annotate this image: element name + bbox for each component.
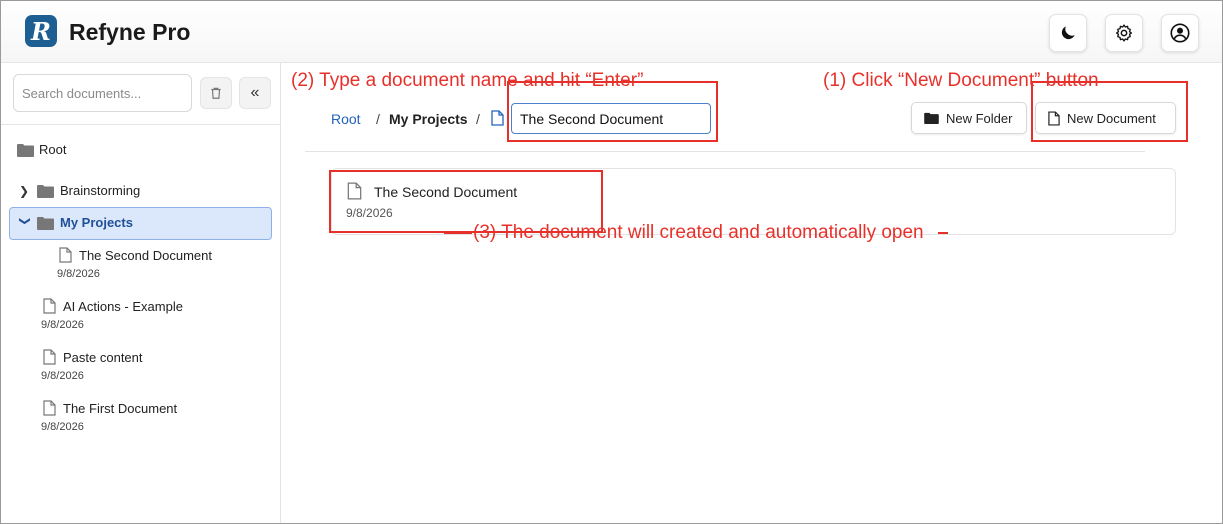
chevron-right-icon: ❯	[19, 183, 30, 198]
tree-folder-label: Brainstorming	[60, 183, 141, 198]
tree-doc-ai-actions-example[interactable]: AI Actions - Example	[43, 298, 183, 314]
double-chevron-left-icon: «	[250, 84, 260, 101]
trash-icon	[211, 87, 221, 99]
tree-doc-paste-content[interactable]: Paste content	[43, 349, 143, 365]
annotation-connector-right	[938, 232, 948, 234]
app-window: R Refyne Pro Search documents... « Root …	[0, 0, 1223, 524]
document-icon	[43, 400, 56, 416]
theme-toggle-button[interactable]	[1049, 14, 1087, 52]
user-circle-icon	[1170, 23, 1190, 43]
gear-icon	[1115, 24, 1133, 42]
document-icon	[491, 110, 504, 126]
tree-folder-brainstorming[interactable]: ❯ Brainstorming	[19, 183, 140, 198]
folder-open-icon	[37, 216, 54, 230]
breadcrumb-root-link[interactable]: Root	[331, 111, 361, 127]
document-icon	[43, 298, 56, 314]
app-logo: R	[25, 15, 57, 47]
search-input[interactable]	[13, 74, 192, 112]
tree-root-label: Root	[39, 142, 67, 157]
document-icon	[43, 349, 56, 365]
annotation-step3: (3) The document will created and automa…	[473, 222, 924, 243]
tree-doc-date: 9/8/2026	[41, 421, 84, 433]
annotation-connector-left	[444, 232, 472, 234]
breadcrumb-separator: /	[376, 111, 380, 127]
folder-icon	[37, 184, 54, 198]
tree-root[interactable]: Root	[17, 142, 66, 157]
tree-doc-label: The Second Document	[79, 247, 212, 263]
folder-icon	[17, 143, 34, 157]
tree-folder-my-projects-row[interactable]: ❯ My Projects	[19, 215, 133, 230]
moon-icon	[1061, 26, 1075, 40]
chevron-down-icon: ❯	[18, 216, 31, 226]
tree-folder-label: My Projects	[60, 215, 133, 230]
collapse-sidebar-button[interactable]: «	[239, 77, 271, 109]
tree-doc-the-first-document[interactable]: The First Document	[43, 400, 177, 416]
annotation-box-input	[507, 81, 718, 142]
sidebar-divider	[1, 124, 281, 125]
tree-doc-label: Paste content	[63, 349, 143, 365]
main-divider	[305, 151, 1145, 152]
sidebar: « Root ❯ Brainstorming ❯ My Projects	[1, 63, 281, 523]
tree-doc-date: 9/8/2026	[41, 370, 84, 382]
tree-doc-label: The First Document	[63, 400, 178, 416]
document-icon	[59, 247, 72, 263]
breadcrumb-current[interactable]: My Projects	[389, 111, 468, 127]
delete-button[interactable]	[200, 77, 232, 109]
folder-icon	[924, 112, 939, 124]
tree-doc-date: 9/8/2026	[57, 268, 100, 280]
breadcrumb-separator: /	[476, 111, 480, 127]
annotation-box-new-document	[1031, 81, 1188, 142]
tree-doc-date: 9/8/2026	[41, 319, 84, 331]
account-button[interactable]	[1161, 14, 1199, 52]
tree-doc-label: AI Actions - Example	[63, 298, 183, 314]
app-header: R Refyne Pro	[1, 1, 1222, 63]
new-folder-button[interactable]: New Folder	[911, 102, 1027, 134]
tree-doc-the-second-document[interactable]: The Second Document	[59, 247, 212, 263]
new-folder-label: New Folder	[946, 110, 1013, 126]
app-title: Refyne Pro	[69, 19, 191, 45]
settings-button[interactable]	[1105, 14, 1143, 52]
